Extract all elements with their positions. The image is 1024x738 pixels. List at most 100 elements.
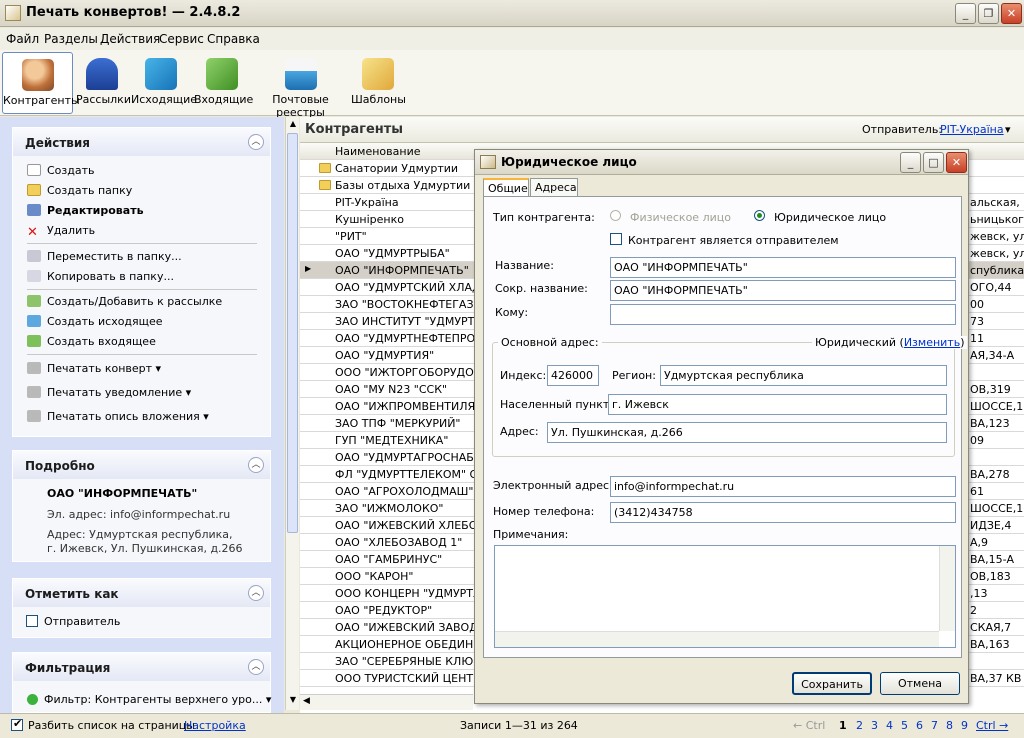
menu-sections[interactable]: Разделы <box>44 32 98 46</box>
index-input[interactable]: 426000 <box>547 365 599 386</box>
action-copy[interactable]: Копировать в папку... <box>27 270 174 283</box>
collapse-icon[interactable]: ︿ <box>248 457 264 473</box>
restore-button[interactable]: ❐ <box>978 3 999 24</box>
actions-panel-header[interactable]: Действия ︿ <box>13 128 270 156</box>
menu-service[interactable]: Сервис <box>159 32 204 46</box>
page-7[interactable]: 7 <box>931 719 938 732</box>
change-address-link[interactable]: Изменить <box>904 336 960 349</box>
action-move[interactable]: Переместить в папку... <box>27 250 182 263</box>
filter-panel-header[interactable]: Фильтрация ︿ <box>13 653 270 681</box>
row-address-fragment: ВА,15-А <box>970 553 1015 566</box>
row-name: ЗАО ТПФ "МЕРКУРИЙ" <box>335 417 461 430</box>
cancel-button[interactable]: Отмена <box>880 672 960 695</box>
row-name: ООО "ИЖТОРГОБОРУДОВА <box>335 366 489 379</box>
collapse-icon[interactable]: ︿ <box>248 659 264 675</box>
scroll-thumb[interactable] <box>287 133 298 533</box>
templates-icon <box>362 58 394 90</box>
toolbar-mail-registers[interactable]: Почтовые реестры <box>253 52 348 119</box>
action-edit[interactable]: Редактировать <box>27 204 144 217</box>
page-5[interactable]: 5 <box>901 719 908 732</box>
separator <box>27 243 257 244</box>
physical-radio[interactable] <box>610 210 621 221</box>
details-panel-header[interactable]: Подробно ︿ <box>13 451 270 479</box>
is-sender-label: Контрагент является отправителем <box>628 234 839 247</box>
menu-help[interactable]: Справка <box>207 32 260 46</box>
next-page-link[interactable]: Ctrl → <box>976 719 1008 732</box>
action-print-notice[interactable]: Печатать уведомление ▾ <box>27 386 191 399</box>
page-1[interactable]: 1 <box>839 719 847 732</box>
title-bar: Печать конвертов! — 2.4.8.2 _ ❐ ✕ <box>0 0 1024 27</box>
row-address-fragment: СКАЯ,7 <box>970 621 1012 634</box>
minimize-button[interactable]: _ <box>955 3 976 24</box>
dialog-minimize-button[interactable]: _ <box>900 152 921 173</box>
to-input[interactable] <box>610 304 956 325</box>
dialog-icon <box>480 155 496 169</box>
task-pane-scrollbar[interactable]: ▲ ▼ <box>285 117 299 710</box>
action-create-folder[interactable]: Создать папку <box>27 184 132 197</box>
toolbar-contacts[interactable]: Контрагенты <box>2 52 80 114</box>
page-6[interactable]: 6 <box>916 719 923 732</box>
mark-as-panel-header[interactable]: Отметить как ︿ <box>13 579 270 607</box>
collapse-icon[interactable]: ︿ <box>248 585 264 601</box>
action-print-envelope[interactable]: Печатать конверт ▾ <box>27 362 161 375</box>
prev-page-link[interactable]: ← Ctrl <box>793 719 825 732</box>
scroll-left-icon[interactable]: ◀ <box>303 696 310 706</box>
scroll-up-icon[interactable]: ▲ <box>288 119 298 131</box>
dialog-maximize-button[interactable]: □ <box>923 152 944 173</box>
save-button[interactable]: Сохранить <box>792 672 872 695</box>
sender-checkbox[interactable] <box>26 615 38 627</box>
notes-horizontal-scrollbar[interactable] <box>495 631 939 647</box>
sender-link[interactable]: PIT-Україна <box>940 123 1004 136</box>
close-button[interactable]: ✕ <box>1001 3 1022 24</box>
region-input[interactable]: Удмуртская республика <box>660 365 947 386</box>
page-9[interactable]: 9 <box>961 719 968 732</box>
action-add-to-mailing[interactable]: Создать/Добавить к рассылке <box>27 295 222 308</box>
row-name: ОАО "УДМУРТАГРОСНАБ" <box>335 451 479 464</box>
page-2[interactable]: 2 <box>856 719 863 732</box>
short-name-label: Сокр. название: <box>495 282 588 295</box>
tab-addresses[interactable]: Адреса <box>530 178 578 196</box>
table-horizontal-scrollbar[interactable]: ◀ <box>300 694 473 710</box>
toolbar-outgoing[interactable]: Исходящие <box>131 52 197 114</box>
action-create[interactable]: Создать <box>27 164 95 177</box>
column-name-header[interactable]: Наименование <box>335 145 420 158</box>
short-name-input[interactable]: ОАО "ИНФОРМПЕЧАТЬ" <box>610 280 956 301</box>
phone-input[interactable]: (3412)434758 <box>610 502 956 523</box>
row-name: Базы отдыха Удмуртии <box>335 179 471 192</box>
dialog-close-button[interactable]: ✕ <box>946 152 967 173</box>
menu-actions[interactable]: Действия <box>100 32 160 46</box>
page-8[interactable]: 8 <box>946 719 953 732</box>
copy-icon <box>27 270 41 282</box>
notes-vertical-scrollbar[interactable] <box>939 546 955 631</box>
action-delete[interactable]: ✕ Удалить <box>27 224 95 240</box>
toolbar-mailings[interactable]: Рассылки <box>76 52 131 114</box>
tab-general[interactable]: Общие <box>483 178 529 197</box>
collapse-icon[interactable]: ︿ <box>248 134 264 150</box>
scroll-down-icon[interactable]: ▼ <box>288 695 298 707</box>
paginate-checkbox[interactable]: ✔ <box>11 717 23 731</box>
row-name: ФЛ "УДМУРТТЕЛЕКОМ" ОАО <box>335 468 495 481</box>
menu-file[interactable]: Файл <box>6 32 39 46</box>
page-3[interactable]: 3 <box>871 719 878 732</box>
action-create-outgoing[interactable]: Создать исходящее <box>27 315 163 328</box>
delete-icon: ✕ <box>27 225 38 240</box>
action-print-inventory[interactable]: Печатать опись вложения ▾ <box>27 410 209 423</box>
chevron-down-icon[interactable]: ▾ <box>1005 123 1011 136</box>
sender-checkbox-label: Отправитель <box>44 615 121 628</box>
email-input[interactable]: info@informpechat.ru <box>610 476 956 497</box>
action-create-incoming[interactable]: Создать входящее <box>27 335 156 348</box>
page-4[interactable]: 4 <box>886 719 893 732</box>
toolbar-incoming[interactable]: Входящие <box>194 52 253 114</box>
settings-link[interactable]: Настройка <box>184 719 246 732</box>
city-input[interactable]: г. Ижевск <box>608 394 947 415</box>
name-input[interactable]: ОАО "ИНФОРМПЕЧАТЬ" <box>610 257 956 278</box>
is-sender-checkbox[interactable] <box>610 233 622 245</box>
legal-radio[interactable] <box>754 210 765 221</box>
name-label: Название: <box>495 259 554 272</box>
filter-selector[interactable]: Фильтр: Контрагенты верхнего уро... ▾ <box>27 693 271 706</box>
row-name: ООО КОНЦЕРН "УДМУРТЛЕ <box>335 587 489 600</box>
toolbar-templates[interactable]: Шаблоны <box>351 52 406 114</box>
address-input[interactable]: Ул. Пушкинская, д.266 <box>547 422 947 443</box>
printer-icon <box>27 386 41 398</box>
row-address-fragment: 00 <box>970 298 984 311</box>
